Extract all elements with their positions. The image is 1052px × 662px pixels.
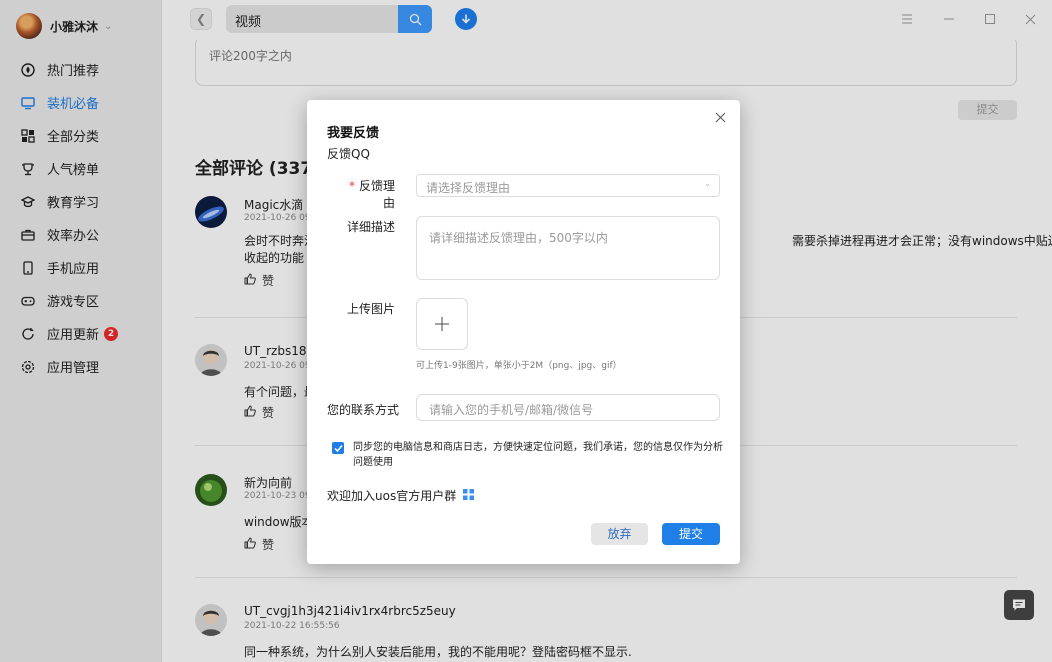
submit-button[interactable]: 提交 [662, 523, 720, 545]
plus-icon [435, 317, 449, 331]
checkmark-icon [333, 444, 343, 452]
contact-placeholder: 请输入您的手机号/邮箱/微信号 [429, 403, 594, 417]
reason-select[interactable]: 请选择反馈理由 ⌄ [416, 174, 720, 197]
qr-grid-icon[interactable] [463, 488, 475, 503]
required-mark: * [348, 179, 355, 193]
chevron-down-icon: ⌄ [704, 179, 711, 188]
sync-checkbox[interactable] [332, 442, 344, 454]
join-text: 欢迎加入uos官方用户群 [327, 489, 457, 503]
upload-image-button[interactable] [416, 298, 468, 350]
detail-placeholder: 请详细描述反馈理由，500字以内 [429, 231, 608, 245]
join-group: 欢迎加入uos官方用户群 [327, 487, 475, 504]
sync-text: 同步您的电脑信息和商店日志，方便快速定位问题，我们承诺，您的信息仅作为分析问题使… [353, 442, 723, 468]
detail-textarea[interactable]: 请详细描述反馈理由，500字以内 [416, 216, 720, 280]
upload-label: 上传图片 [346, 302, 395, 316]
contact-label: 您的联系方式 [327, 403, 400, 417]
contact-input[interactable]: 请输入您的手机号/邮箱/微信号 [416, 394, 720, 421]
dialog-subtitle: 反馈QQ [327, 147, 370, 161]
detail-label: 详细描述 [346, 220, 395, 234]
reason-placeholder: 请选择反馈理由 [426, 181, 511, 195]
upload-hint: 可上传1-9张图片，单张小于2M（png、jpg、gif） [416, 361, 622, 371]
feedback-dialog: 我要反馈 反馈QQ * 反馈理由 请选择反馈理由 ⌄ 详细描述 请详细描述反馈理由… [307, 100, 740, 564]
reason-label: * 反馈理由 [348, 179, 395, 210]
dialog-title: 我要反馈 [327, 126, 380, 141]
close-icon[interactable] [713, 111, 727, 125]
cancel-button[interactable]: 放弃 [591, 523, 648, 545]
